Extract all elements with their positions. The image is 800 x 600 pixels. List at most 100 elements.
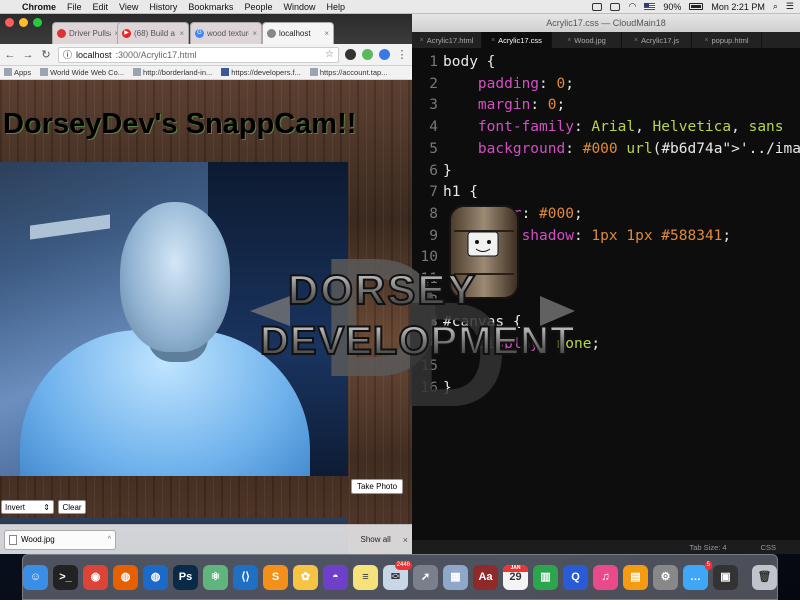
ibooks-icon[interactable]: ▤ (623, 564, 648, 590)
language-indicator[interactable]: CSS (761, 543, 776, 552)
tab-size-indicator[interactable]: Tab Size: 4 (689, 543, 726, 552)
code-line[interactable]: 13 #canvas { (412, 312, 800, 334)
address-bar[interactable]: ⓘ localhost:3000/Acrylic17.html ☆ (58, 46, 339, 63)
menu-file[interactable]: File (67, 2, 82, 12)
code-line[interactable]: 10 (412, 247, 800, 269)
code-line[interactable]: 8 color: #000; (412, 204, 800, 226)
menu-history[interactable]: History (149, 2, 177, 12)
download-item[interactable]: Wood.jpg ^ (4, 529, 116, 550)
menu-app-name[interactable]: Chrome (22, 2, 56, 12)
chrome-icon[interactable]: ◉ (83, 564, 108, 590)
code-line[interactable]: 1 body { (412, 52, 800, 74)
extension-icon[interactable] (345, 49, 356, 60)
firefox-icon[interactable]: ◍ (113, 564, 138, 590)
bookmark-star-icon[interactable]: ☆ (325, 49, 334, 60)
github-icon[interactable]: ◓ (323, 564, 348, 590)
mail-icon[interactable]: ✉ 2446 (383, 560, 412, 590)
menu-help[interactable]: Help (326, 2, 345, 12)
code-line[interactable]: 15 (412, 356, 800, 378)
screenshot-icon[interactable]: ▣ (713, 564, 738, 590)
tab-close-icon[interactable]: × (252, 29, 257, 38)
code-line[interactable]: 14 display: none; (412, 334, 800, 356)
menu-window[interactable]: Window (283, 2, 315, 12)
terminal-icon[interactable]: >_ (53, 564, 78, 590)
editor-tab-popup[interactable]: × popup.html (692, 32, 762, 48)
vscode-icon[interactable]: ⟨⟩ (233, 564, 258, 590)
rocket-icon[interactable]: ➚ (413, 564, 438, 590)
code-line[interactable]: 11 (412, 269, 800, 291)
close-window-button[interactable] (5, 18, 14, 27)
browser-tab-2[interactable]: ▶ (68) Build a × (117, 22, 189, 44)
us-flag-icon[interactable] (644, 3, 656, 10)
photos-icon[interactable]: ✿ (293, 564, 318, 590)
close-icon[interactable]: × (491, 37, 495, 44)
tab-close-icon[interactable]: × (324, 29, 329, 38)
extension-icon[interactable] (379, 49, 390, 60)
finder-icon[interactable]: ☺ (23, 564, 48, 590)
editor-tab-css[interactable]: × Acrylic17.css (482, 32, 552, 48)
chevron-up-icon[interactable]: ^ (108, 536, 111, 543)
browser-tab-4-active[interactable]: localhost × (262, 22, 334, 44)
tab-close-icon[interactable]: × (179, 29, 184, 38)
clear-button[interactable]: Clear (58, 500, 86, 514)
quicktime-icon[interactable]: Q (563, 564, 588, 590)
trash-icon[interactable]: 🗑 (752, 564, 777, 590)
code-line[interactable]: 9 text-shadow: 1px 1px #588341; (412, 226, 800, 248)
itunes-icon[interactable]: ♫ (593, 564, 618, 590)
menu-view[interactable]: View (119, 2, 138, 12)
atom-icon[interactable]: ⚛ (203, 564, 228, 590)
close-icon[interactable]: × (567, 37, 571, 44)
bookmark-4[interactable]: https://account.tap... (309, 68, 387, 77)
close-icon[interactable]: × (420, 37, 424, 44)
firefox-dev-icon[interactable]: ◍ (143, 564, 168, 590)
notification-center-icon[interactable]: ☰ (786, 1, 794, 12)
wifi-icon[interactable]: ◠ (628, 1, 636, 12)
forward-icon[interactable]: → (22, 49, 34, 61)
browser-tab-1[interactable]: Driver Pullsa × (52, 22, 124, 44)
take-photo-button[interactable]: Take Photo (351, 479, 403, 494)
close-icon[interactable]: × (704, 37, 708, 44)
bookmark-3[interactable]: https://developers.f... (221, 68, 301, 77)
browser-tab-3[interactable]: G wood texture × (190, 22, 262, 44)
minimize-window-button[interactable] (19, 18, 28, 27)
numbers-icon[interactable]: ▥ (533, 564, 558, 590)
reload-icon[interactable]: ↻ (40, 48, 52, 61)
dictionary-icon[interactable]: Aa (473, 564, 498, 590)
menu-edit[interactable]: Edit (93, 2, 109, 12)
extension-icon[interactable] (362, 49, 373, 60)
filter-select[interactable]: Invert ⇕ (1, 500, 54, 514)
menu-people[interactable]: People (244, 2, 272, 12)
system-prefs-icon[interactable]: ⚙ (653, 564, 678, 590)
close-icon[interactable]: × (403, 535, 408, 545)
editor-tab-html[interactable]: × Acrylic17.html (412, 32, 482, 48)
photoshop-icon[interactable]: Ps (173, 564, 198, 590)
info-icon[interactable]: ⓘ (63, 48, 72, 61)
code-line[interactable]: 12 (412, 291, 800, 313)
battery-icon[interactable] (689, 3, 704, 10)
code-line[interactable]: 6} (412, 161, 800, 183)
code-line[interactable]: 7 h1 { (412, 182, 800, 204)
code-line[interactable]: 4 font-family: Arial, Helvetica, sans (412, 117, 800, 139)
airplay-icon[interactable] (610, 2, 621, 11)
bookmark-1[interactable]: World Wide Web Co... (40, 68, 124, 77)
messages-icon[interactable]: … 5 (683, 560, 712, 590)
menu-bookmarks[interactable]: Bookmarks (188, 2, 233, 12)
editor-tab-js[interactable]: × Acrylic17.js (622, 32, 692, 48)
notes-icon[interactable]: ≡ (353, 564, 378, 590)
back-icon[interactable]: ← (4, 49, 16, 61)
bookmark-apps[interactable]: Apps (4, 68, 31, 77)
code-line[interactable]: 2 padding: 0; (412, 74, 800, 96)
bookmark-2[interactable]: http://borderland-in... (133, 68, 212, 77)
code-line[interactable]: 3 margin: 0; (412, 95, 800, 117)
zoom-window-button[interactable] (33, 18, 42, 27)
code-line[interactable]: 16} (412, 378, 800, 400)
close-icon[interactable]: × (634, 37, 638, 44)
show-all-downloads-link[interactable]: Show all (360, 535, 390, 544)
sublime-icon[interactable]: S (263, 564, 288, 590)
preview-icon[interactable]: ▦ (443, 564, 468, 590)
clock[interactable]: Mon 2:21 PM (711, 2, 765, 12)
code-line[interactable]: 5 background: #000 url(#b6d74a">'../imag… (412, 139, 800, 161)
calendar-icon[interactable]: 29 JAN (503, 564, 528, 590)
code-area[interactable]: 1 body {2 padding: 0; 3 margin: 0; 4 font-f… (412, 52, 800, 537)
search-icon[interactable]: ⌕ (773, 1, 778, 12)
